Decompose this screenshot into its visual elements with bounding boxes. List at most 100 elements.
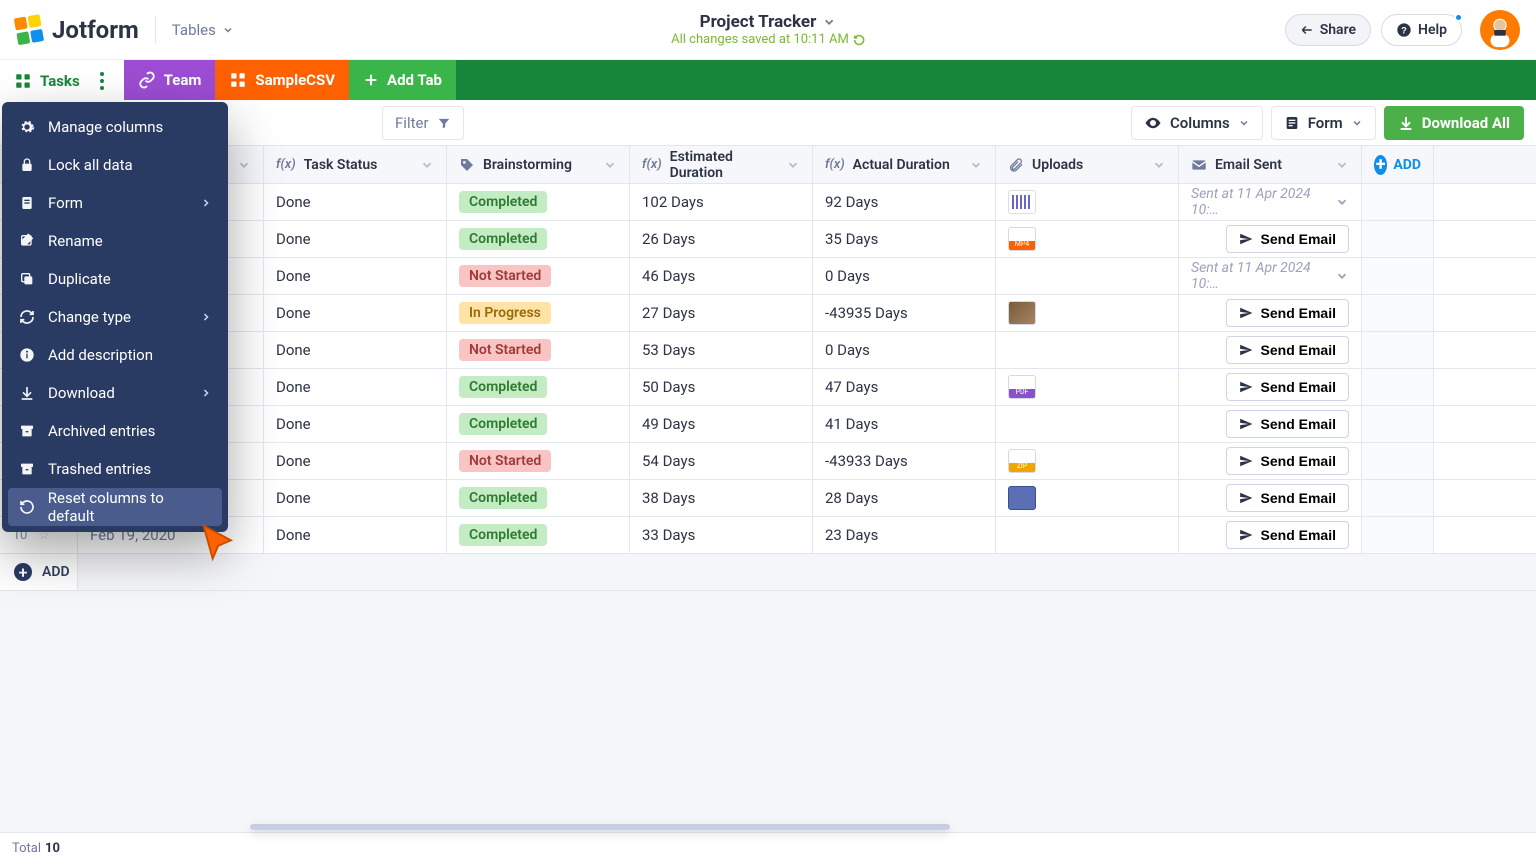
logo[interactable]: Jotform — [16, 16, 139, 44]
cell-estimated[interactable]: 33 Days — [630, 517, 813, 553]
cell-task-status[interactable]: Done — [264, 258, 447, 294]
table-row[interactable]: DoneCompleted102 Days92 Days Sent at 11 A… — [0, 184, 1536, 221]
cell-task-status[interactable]: Done — [264, 406, 447, 442]
share-button[interactable]: Share — [1285, 14, 1371, 46]
table-row[interactable]: 10☆Feb 19, 2020DoneCompleted33 Days23 Da… — [0, 517, 1536, 554]
send-email-button[interactable]: Send Email — [1226, 484, 1349, 512]
cell-estimated[interactable]: 53 Days — [630, 332, 813, 368]
cell-estimated[interactable]: 46 Days — [630, 258, 813, 294]
cell-email-sent[interactable]: Send Email — [1179, 406, 1362, 442]
cell-email-sent[interactable]: Sent at 11 Apr 2024 10:… — [1179, 184, 1362, 220]
column-header-brainstorming[interactable]: Brainstorming — [447, 146, 630, 183]
attachment-thumbnail[interactable] — [1008, 375, 1036, 399]
tab-samplecsv[interactable]: SampleCSV — [215, 60, 349, 100]
cell-estimated[interactable]: 102 Days — [630, 184, 813, 220]
avatar[interactable] — [1480, 10, 1520, 50]
column-header-task-status[interactable]: f(x) Task Status — [264, 146, 447, 183]
cell-email-sent[interactable]: Sent at 11 Apr 2024 10:… — [1179, 258, 1362, 294]
menu-item-add-description[interactable]: Add description — [2, 336, 228, 374]
cell-actual[interactable]: -43933 Days — [813, 443, 996, 479]
cell-brainstorming[interactable]: Completed — [447, 184, 630, 220]
cell-task-status[interactable]: Done — [264, 517, 447, 553]
send-email-button[interactable]: Send Email — [1226, 225, 1349, 253]
cell-estimated[interactable]: 26 Days — [630, 221, 813, 257]
section-dropdown[interactable]: Tables — [172, 21, 234, 39]
tab-tasks[interactable]: Tasks — [0, 60, 124, 100]
cell-email-sent[interactable]: Send Email — [1179, 332, 1362, 368]
cell-task-status[interactable]: Done — [264, 184, 447, 220]
table-row[interactable]: DoneCompleted50 Days47 DaysSend Email — [0, 369, 1536, 406]
cell-brainstorming[interactable]: Completed — [447, 517, 630, 553]
menu-item-manage-columns[interactable]: Manage columns — [2, 108, 228, 146]
download-all-button[interactable]: Download All — [1384, 106, 1524, 140]
menu-item-trashed-entries[interactable]: Trashed entries — [2, 450, 228, 488]
send-email-button[interactable]: Send Email — [1226, 373, 1349, 401]
cell-email-sent[interactable]: Send Email — [1179, 480, 1362, 516]
column-header-uploads[interactable]: Uploads — [996, 146, 1179, 183]
attachment-thumbnail[interactable] — [1008, 486, 1036, 510]
send-email-button[interactable]: Send Email — [1226, 521, 1349, 549]
tab-menu-button[interactable] — [94, 72, 110, 90]
page-title[interactable]: Project Tracker — [700, 12, 817, 32]
horizontal-scrollbar[interactable] — [250, 824, 950, 830]
table-row[interactable]: DoneNot Started54 Days-43933 DaysSend Em… — [0, 443, 1536, 480]
send-email-button[interactable]: Send Email — [1226, 447, 1349, 475]
cell-task-status[interactable]: Done — [264, 480, 447, 516]
tab-team[interactable]: Team — [124, 60, 216, 100]
help-button[interactable]: ? Help — [1381, 14, 1462, 46]
cell-estimated[interactable]: 49 Days — [630, 406, 813, 442]
cell-actual[interactable]: 92 Days — [813, 184, 996, 220]
cell-uploads[interactable] — [996, 480, 1179, 516]
menu-item-rename[interactable]: Rename — [2, 222, 228, 260]
add-row[interactable]: + ADD — [0, 554, 1536, 591]
cell-estimated[interactable]: 38 Days — [630, 480, 813, 516]
menu-item-form[interactable]: Form — [2, 184, 228, 222]
cell-actual[interactable]: -43935 Days — [813, 295, 996, 331]
cell-uploads[interactable] — [996, 369, 1179, 405]
column-header-actual[interactable]: f(x) Actual Duration — [813, 146, 996, 183]
cell-brainstorming[interactable]: Completed — [447, 480, 630, 516]
send-email-button[interactable]: Send Email — [1226, 299, 1349, 327]
attachment-thumbnail[interactable] — [1008, 190, 1036, 214]
cell-uploads[interactable] — [996, 184, 1179, 220]
cell-uploads[interactable] — [996, 406, 1179, 442]
cell-uploads[interactable] — [996, 221, 1179, 257]
cell-task-status[interactable]: Done — [264, 332, 447, 368]
cell-brainstorming[interactable]: Completed — [447, 221, 630, 257]
table-row[interactable]: DoneIn Progress27 Days-43935 DaysSend Em… — [0, 295, 1536, 332]
filter-button[interactable]: Filter — [382, 106, 464, 140]
table-row[interactable]: DoneNot Started46 Days0 Days Sent at 11 A… — [0, 258, 1536, 295]
columns-button[interactable]: Columns — [1131, 106, 1263, 140]
cell-email-sent[interactable]: Send Email — [1179, 517, 1362, 553]
cell-brainstorming[interactable]: Not Started — [447, 258, 630, 294]
send-email-button[interactable]: Send Email — [1226, 336, 1349, 364]
menu-item-download[interactable]: Download — [2, 374, 228, 412]
cell-uploads[interactable] — [996, 295, 1179, 331]
cell-brainstorming[interactable]: Completed — [447, 369, 630, 405]
table-row[interactable]: DoneCompleted38 Days28 Days Send Email — [0, 480, 1536, 517]
table-row[interactable]: DoneCompleted26 Days35 Days Send Email — [0, 221, 1536, 258]
table-row[interactable]: DoneNot Started53 Days0 DaysSend Email — [0, 332, 1536, 369]
menu-item-duplicate[interactable]: Duplicate — [2, 260, 228, 298]
menu-item-lock-all-data[interactable]: Lock all data — [2, 146, 228, 184]
attachment-thumbnail[interactable] — [1008, 449, 1036, 473]
attachment-thumbnail[interactable] — [1008, 227, 1036, 251]
column-header-estimated[interactable]: f(x) Estimated Duration — [630, 146, 813, 183]
form-button[interactable]: Form — [1271, 106, 1376, 140]
cell-uploads[interactable] — [996, 443, 1179, 479]
cell-uploads[interactable] — [996, 517, 1179, 553]
chevron-down-icon[interactable] — [1335, 269, 1349, 283]
cell-brainstorming[interactable]: In Progress — [447, 295, 630, 331]
cell-actual[interactable]: 28 Days — [813, 480, 996, 516]
cell-actual[interactable]: 0 Days — [813, 258, 996, 294]
attachment-thumbnail[interactable] — [1008, 301, 1036, 325]
add-tab-button[interactable]: Add Tab — [349, 60, 456, 100]
add-column-button[interactable]: + ADD — [1362, 146, 1434, 183]
cell-task-status[interactable]: Done — [264, 221, 447, 257]
cell-actual[interactable]: 47 Days — [813, 369, 996, 405]
cell-actual[interactable]: 35 Days — [813, 221, 996, 257]
send-email-button[interactable]: Send Email — [1226, 410, 1349, 438]
cell-brainstorming[interactable]: Not Started — [447, 443, 630, 479]
cell-estimated[interactable]: 27 Days — [630, 295, 813, 331]
table-row[interactable]: DoneCompleted49 Days41 DaysSend Email — [0, 406, 1536, 443]
